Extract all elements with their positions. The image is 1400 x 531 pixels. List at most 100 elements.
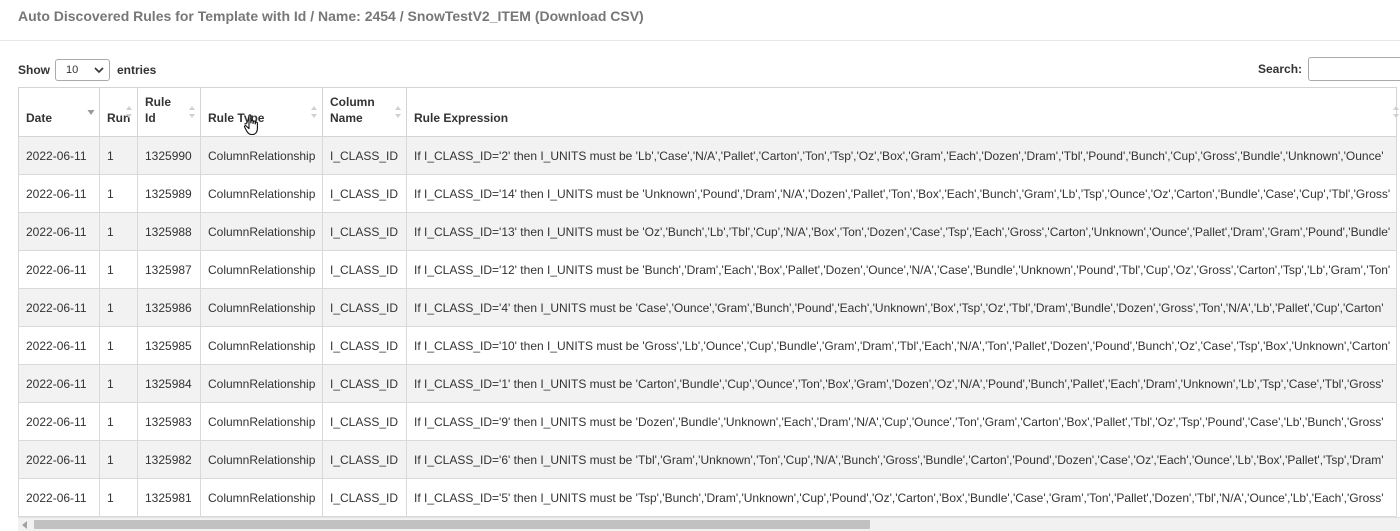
table-row[interactable]: 2022-06-11 1 1325988 ColumnRelationship … <box>18 212 1397 251</box>
cell-column-name: I_CLASS_ID <box>322 402 407 441</box>
cell-rule-id: 1325990 <box>137 136 201 175</box>
cell-rule-type: ColumnRelationship <box>200 212 323 251</box>
sort-both-icon <box>125 103 133 121</box>
cell-date: 2022-06-11 <box>18 326 100 365</box>
rules-table: Date Run Rule Id Rule Type Column Name R… <box>18 87 1400 517</box>
cell-date: 2022-06-11 <box>18 288 100 327</box>
cell-run: 1 <box>99 402 138 441</box>
column-header-column-name[interactable]: Column Name <box>322 87 407 137</box>
cell-rule-expression: If I_CLASS_ID='6' then I_UNITS must be '… <box>406 440 1397 479</box>
sort-both-icon <box>1392 103 1400 121</box>
cell-rule-type: ColumnRelationship <box>200 326 323 365</box>
cell-run: 1 <box>99 478 138 517</box>
cell-rule-id: 1325989 <box>137 174 201 213</box>
column-header-run[interactable]: Run <box>99 87 138 137</box>
cell-rule-id: 1325981 <box>137 478 201 517</box>
cell-run: 1 <box>99 250 138 289</box>
cell-date: 2022-06-11 <box>18 478 100 517</box>
horizontal-scrollbar[interactable] <box>18 517 1400 531</box>
show-label: Show <box>18 63 50 77</box>
cell-date: 2022-06-11 <box>18 402 100 441</box>
table-row[interactable]: 2022-06-11 1 1325990 ColumnRelationship … <box>18 136 1397 175</box>
search-label: Search: <box>1258 62 1303 76</box>
cell-rule-id: 1325985 <box>137 326 201 365</box>
cell-date: 2022-06-11 <box>18 136 100 175</box>
cell-rule-expression: If I_CLASS_ID='10' then I_UNITS must be … <box>406 326 1397 365</box>
rules-table-container: Date Run Rule Id Rule Type Column Name R… <box>18 87 1400 517</box>
entries-select[interactable]: 10 <box>55 59 110 81</box>
cell-run: 1 <box>99 440 138 479</box>
cell-rule-id: 1325982 <box>137 440 201 479</box>
cell-rule-type: ColumnRelationship <box>200 250 323 289</box>
table-row[interactable]: 2022-06-11 1 1325982 ColumnRelationship … <box>18 440 1397 479</box>
chevron-down-icon <box>94 65 104 75</box>
column-header-date[interactable]: Date <box>18 87 100 137</box>
cell-column-name: I_CLASS_ID <box>322 174 407 213</box>
cell-rule-expression: If I_CLASS_ID='4' then I_UNITS must be '… <box>406 288 1397 327</box>
hand-pointer-cursor-icon <box>243 114 261 136</box>
table-row[interactable]: 2022-06-11 1 1325981 ColumnRelationship … <box>18 478 1397 517</box>
table-row[interactable]: 2022-06-11 1 1325983 ColumnRelationship … <box>18 402 1397 441</box>
cell-run: 1 <box>99 174 138 213</box>
column-header-label: Date <box>26 111 53 125</box>
sort-both-icon <box>310 103 318 121</box>
cell-rule-type: ColumnRelationship <box>200 402 323 441</box>
cell-rule-id: 1325984 <box>137 364 201 403</box>
cell-rule-expression: If I_CLASS_ID='5' then I_UNITS must be '… <box>406 478 1397 517</box>
title-divider <box>0 40 1400 41</box>
cell-run: 1 <box>99 136 138 175</box>
horizontal-scrollbar-thumb[interactable] <box>34 520 870 529</box>
entries-label: entries <box>117 63 157 77</box>
cell-column-name: I_CLASS_ID <box>322 288 407 327</box>
table-row[interactable]: 2022-06-11 1 1325986 ColumnRelationship … <box>18 288 1397 327</box>
table-row[interactable]: 2022-06-11 1 1325989 ColumnRelationship … <box>18 174 1397 213</box>
cell-rule-id: 1325988 <box>137 212 201 251</box>
cell-date: 2022-06-11 <box>18 174 100 213</box>
cell-rule-type: ColumnRelationship <box>200 440 323 479</box>
page-title: Auto Discovered Rules for Template with … <box>18 8 644 24</box>
cell-rule-type: ColumnRelationship <box>200 136 323 175</box>
cell-rule-expression: If I_CLASS_ID='13' then I_UNITS must be … <box>406 212 1397 251</box>
cell-run: 1 <box>99 326 138 365</box>
column-header-rule-id[interactable]: Rule Id <box>137 87 201 137</box>
table-row[interactable]: 2022-06-11 1 1325984 ColumnRelationship … <box>18 364 1397 403</box>
entries-select-value: 10 <box>66 64 79 76</box>
sort-desc-icon <box>87 103 95 121</box>
cell-rule-type: ColumnRelationship <box>200 364 323 403</box>
cell-run: 1 <box>99 212 138 251</box>
cell-run: 1 <box>99 364 138 403</box>
cell-run: 1 <box>99 288 138 327</box>
cell-rule-type: ColumnRelationship <box>200 478 323 517</box>
cell-column-name: I_CLASS_ID <box>322 136 407 175</box>
column-header-rule-expression[interactable]: Rule Expression <box>406 87 1400 137</box>
cell-column-name: I_CLASS_ID <box>322 212 407 251</box>
cell-rule-expression: If I_CLASS_ID='12' then I_UNITS must be … <box>406 250 1397 289</box>
cell-date: 2022-06-11 <box>18 250 100 289</box>
table-row[interactable]: 2022-06-11 1 1325987 ColumnRelationship … <box>18 250 1397 289</box>
page: Auto Discovered Rules for Template with … <box>0 0 1400 531</box>
cell-date: 2022-06-11 <box>18 440 100 479</box>
column-header-label: Rule Id <box>145 95 172 125</box>
cell-rule-type: ColumnRelationship <box>200 174 323 213</box>
sort-both-icon <box>188 103 196 121</box>
page-title-text[interactable]: Auto Discovered Rules for Template with … <box>18 8 644 24</box>
cell-column-name: I_CLASS_ID <box>322 364 407 403</box>
search-control: Search: <box>1258 56 1400 82</box>
entries-length-control: Show 10 entries <box>18 58 156 82</box>
column-header-rule-type[interactable]: Rule Type <box>200 87 323 137</box>
cell-rule-expression: If I_CLASS_ID='2' then I_UNITS must be '… <box>406 136 1397 175</box>
scroll-left-arrow-icon[interactable] <box>20 520 30 530</box>
cell-column-name: I_CLASS_ID <box>322 250 407 289</box>
cell-rule-expression: If I_CLASS_ID='9' then I_UNITS must be '… <box>406 402 1397 441</box>
cell-rule-expression: If I_CLASS_ID='14' then I_UNITS must be … <box>406 174 1397 213</box>
cell-rule-id: 1325987 <box>137 250 201 289</box>
cell-column-name: I_CLASS_ID <box>322 478 407 517</box>
cell-column-name: I_CLASS_ID <box>322 440 407 479</box>
cell-rule-expression: If I_CLASS_ID='1' then I_UNITS must be '… <box>406 364 1397 403</box>
table-row[interactable]: 2022-06-11 1 1325985 ColumnRelationship … <box>18 326 1397 365</box>
cell-rule-id: 1325986 <box>137 288 201 327</box>
cell-rule-id: 1325983 <box>137 402 201 441</box>
search-input[interactable] <box>1308 57 1400 81</box>
cell-date: 2022-06-11 <box>18 364 100 403</box>
cell-date: 2022-06-11 <box>18 212 100 251</box>
